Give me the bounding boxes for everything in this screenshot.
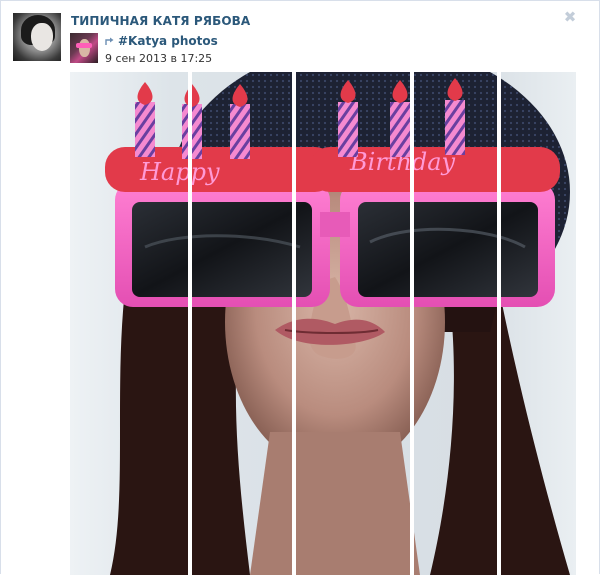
author-avatar[interactable] — [13, 13, 61, 61]
repost-source-link[interactable]: #Katya photos — [118, 34, 218, 48]
glasses-text-left: Happy — [139, 158, 220, 186]
wall-post: ТИПИЧНАЯ КАТЯ РЯБОВА ✖ #Katya photos 9 с… — [0, 0, 600, 575]
repost-avatar-face — [79, 39, 90, 57]
repost-avatar-glasses — [76, 43, 92, 48]
repost-source-avatar[interactable] — [70, 33, 98, 63]
post-photo[interactable]: Happy Birthday — [70, 72, 576, 575]
close-icon[interactable]: ✖ — [563, 10, 577, 25]
author-name-link[interactable]: ТИПИЧНАЯ КАТЯ РЯБОВА — [71, 14, 250, 28]
photo-illustration: Happy Birthday — [70, 72, 576, 575]
repost-arrow-icon — [105, 37, 114, 45]
post-date-link[interactable]: 9 сен 2013 в 17:25 — [105, 52, 212, 65]
avatar-face — [31, 23, 53, 51]
